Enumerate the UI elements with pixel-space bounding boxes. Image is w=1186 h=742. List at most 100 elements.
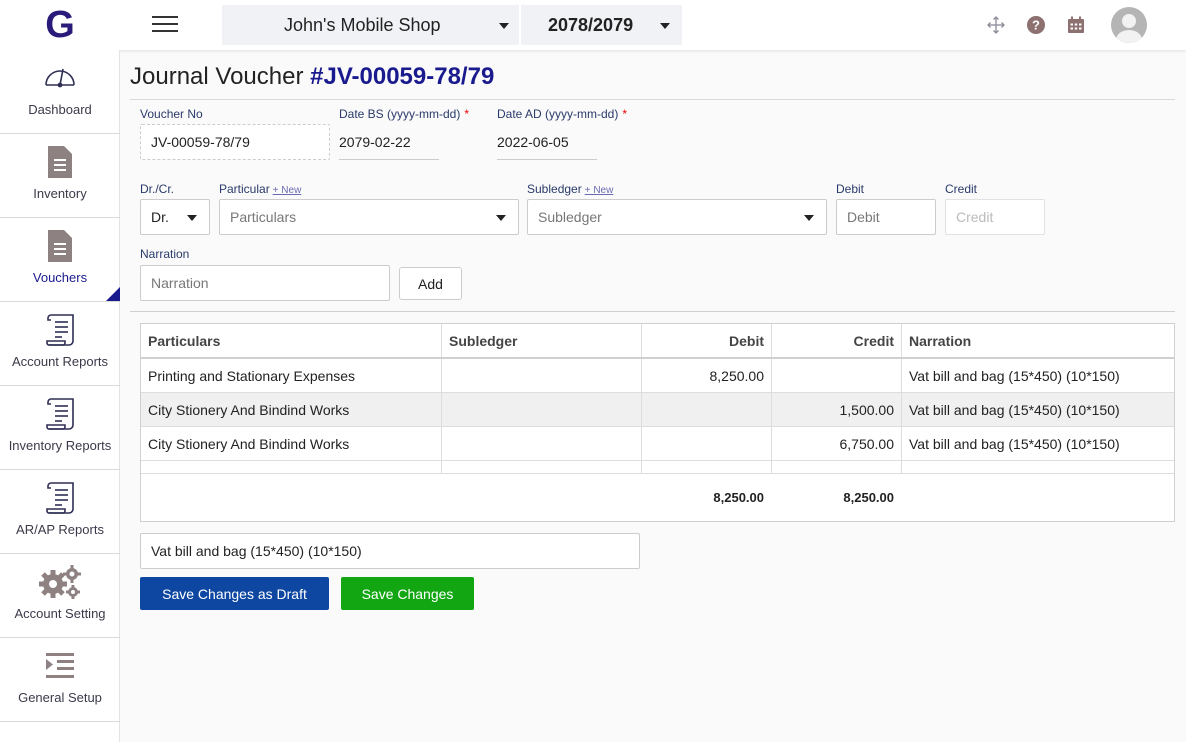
- column-header: Subledger: [442, 324, 642, 357]
- svg-text:?: ?: [1032, 18, 1040, 33]
- sidebar-item-inventory-reports[interactable]: Inventory Reports: [0, 386, 120, 470]
- table-header: Particulars Subledger Debit Credit Narra…: [141, 324, 1174, 359]
- table-row[interactable]: City Stionery And Bindind Works 6,750.00…: [141, 427, 1174, 461]
- help-icon[interactable]: ?: [1026, 15, 1046, 35]
- sidebar-item-inventory[interactable]: Inventory: [0, 134, 120, 218]
- sidebar-item-account-setting[interactable]: Account Setting: [0, 554, 120, 638]
- column-header: Debit: [642, 324, 772, 357]
- sidebar-item-label: Vouchers: [32, 270, 88, 285]
- sidebar-item-label: Account Reports: [11, 354, 109, 369]
- new-particular-link[interactable]: + New: [273, 185, 302, 196]
- menu-toggle-icon[interactable]: [152, 16, 178, 34]
- sidebar-item-account-reports[interactable]: Account Reports: [0, 302, 120, 386]
- dashboard-icon: [43, 60, 77, 96]
- subledger-label: Subledger + New: [527, 182, 613, 196]
- row-credit: 1,500.00: [772, 393, 902, 426]
- divider: [130, 99, 1175, 100]
- row-narration: Vat bill and bag (15*450) (10*150): [909, 401, 1120, 418]
- add-button[interactable]: Add: [399, 267, 462, 300]
- voucher-no-field[interactable]: JV-00059-78/79: [140, 124, 330, 160]
- empty-cell: [442, 461, 642, 473]
- row-narration: Vat bill and bag (15*450) (10*150): [909, 367, 1120, 384]
- sidebar-item-ar-ap-reports[interactable]: AR/AP Reports: [0, 470, 120, 554]
- drcr-select[interactable]: Dr.: [140, 199, 210, 235]
- column-header: Narration: [909, 332, 972, 349]
- sidebar-item-label: General Setup: [18, 690, 102, 705]
- particular-placeholder: Particulars: [230, 209, 297, 225]
- date-bs-field[interactable]: 2079-02-22: [339, 124, 439, 160]
- subledger-select[interactable]: Subledger: [527, 199, 827, 235]
- fiscal-year-selector[interactable]: 2078/2079: [521, 5, 682, 45]
- table-row[interactable]: City Stionery And Bindind Works 1,500.00…: [141, 393, 1174, 427]
- particular-label: Particular + New: [219, 182, 301, 196]
- sidebar-item-dashboard[interactable]: Dashboard: [0, 50, 120, 134]
- top-bar: G John's Mobile Shop 2078/2079 ?: [0, 0, 1186, 50]
- row-subledger: [442, 427, 642, 460]
- sidebar-item-label: AR/AP Reports: [16, 522, 104, 537]
- move-icon[interactable]: [986, 15, 1006, 35]
- scroll-icon: [44, 480, 76, 516]
- shop-selector[interactable]: John's Mobile Shop: [222, 5, 519, 45]
- voucher-reference: #JV-00059-78/79: [310, 63, 495, 90]
- chevron-down-icon: [804, 215, 814, 221]
- total-credit: 8,250.00: [843, 490, 894, 505]
- app-logo[interactable]: G: [0, 0, 120, 50]
- empty-cell: [642, 461, 772, 473]
- save-draft-button[interactable]: Save Changes as Draft: [140, 577, 329, 610]
- gears-icon: [38, 564, 82, 600]
- particular-label-text: Particular: [219, 182, 270, 196]
- narration-input[interactable]: Narration: [140, 265, 390, 301]
- credit-input[interactable]: Credit: [945, 199, 1045, 235]
- table-row-empty: [141, 461, 1174, 474]
- sidebar-item-label: Dashboard: [28, 102, 92, 117]
- calendar-icon[interactable]: [1066, 15, 1086, 35]
- row-credit: 6,750.00: [772, 427, 902, 460]
- row-narration: Vat bill and bag (15*450) (10*150): [909, 435, 1120, 452]
- document-icon: [46, 228, 74, 264]
- empty-cell: [772, 461, 902, 473]
- debit-label: Debit: [836, 182, 865, 196]
- fiscal-year: 2078/2079: [548, 14, 634, 35]
- column-header: Particulars: [141, 324, 442, 357]
- page-title-text: Journal Voucher: [130, 63, 304, 90]
- indent-list-icon: [45, 648, 75, 684]
- required-mark: *: [464, 107, 470, 121]
- chevron-down-icon: [496, 215, 506, 221]
- debit-input[interactable]: Debit: [836, 199, 936, 235]
- chevron-down-icon: [660, 23, 670, 29]
- row-subledger: [442, 359, 642, 392]
- new-subledger-link[interactable]: + New: [585, 185, 614, 196]
- voucher-narration-field[interactable]: Vat bill and bag (15*450) (10*150): [140, 533, 640, 569]
- date-bs-label: Date BS (yyyy-mm-dd) *: [339, 107, 469, 121]
- row-debit: [642, 427, 772, 460]
- sidebar-item-label: Inventory Reports: [8, 438, 112, 453]
- particular-select[interactable]: Particulars: [219, 199, 519, 235]
- chevron-down-icon: [499, 23, 509, 29]
- sidebar-item-label: Inventory: [33, 186, 87, 201]
- divider: [130, 311, 1175, 312]
- active-indicator: [106, 287, 120, 301]
- table-row[interactable]: Printing and Stationary Expenses 8,250.0…: [141, 359, 1174, 393]
- subledger-placeholder: Subledger: [538, 209, 602, 225]
- journal-entries-table: Particulars Subledger Debit Credit Narra…: [140, 323, 1175, 522]
- scroll-icon: [44, 312, 76, 348]
- required-mark: *: [622, 107, 628, 121]
- total-debit: 8,250.00: [713, 490, 764, 505]
- shop-name: John's Mobile Shop: [284, 14, 441, 35]
- logo-letter: G: [45, 3, 75, 46]
- sidebar-item-label: Account Setting: [14, 606, 106, 621]
- date-ad-label-text: Date AD (yyyy-mm-dd): [497, 107, 619, 121]
- voucher-no-label: Voucher No: [140, 107, 203, 121]
- save-button[interactable]: Save Changes: [341, 577, 474, 610]
- sidebar-item-vouchers[interactable]: Vouchers: [0, 218, 120, 302]
- subledger-label-text: Subledger: [527, 182, 582, 196]
- main-content: Journal Voucher #JV-00059-78/79 Voucher …: [130, 58, 1175, 610]
- sidebar-item-general-setup[interactable]: General Setup: [0, 638, 120, 722]
- avatar[interactable]: [1111, 7, 1147, 43]
- column-header: Credit: [772, 324, 902, 357]
- chevron-down-icon: [187, 215, 197, 221]
- row-debit: 8,250.00: [642, 359, 772, 392]
- date-ad-field[interactable]: 2022-06-05: [497, 124, 597, 160]
- narration-label: Narration: [140, 247, 190, 261]
- date-bs-label-text: Date BS (yyyy-mm-dd): [339, 107, 461, 121]
